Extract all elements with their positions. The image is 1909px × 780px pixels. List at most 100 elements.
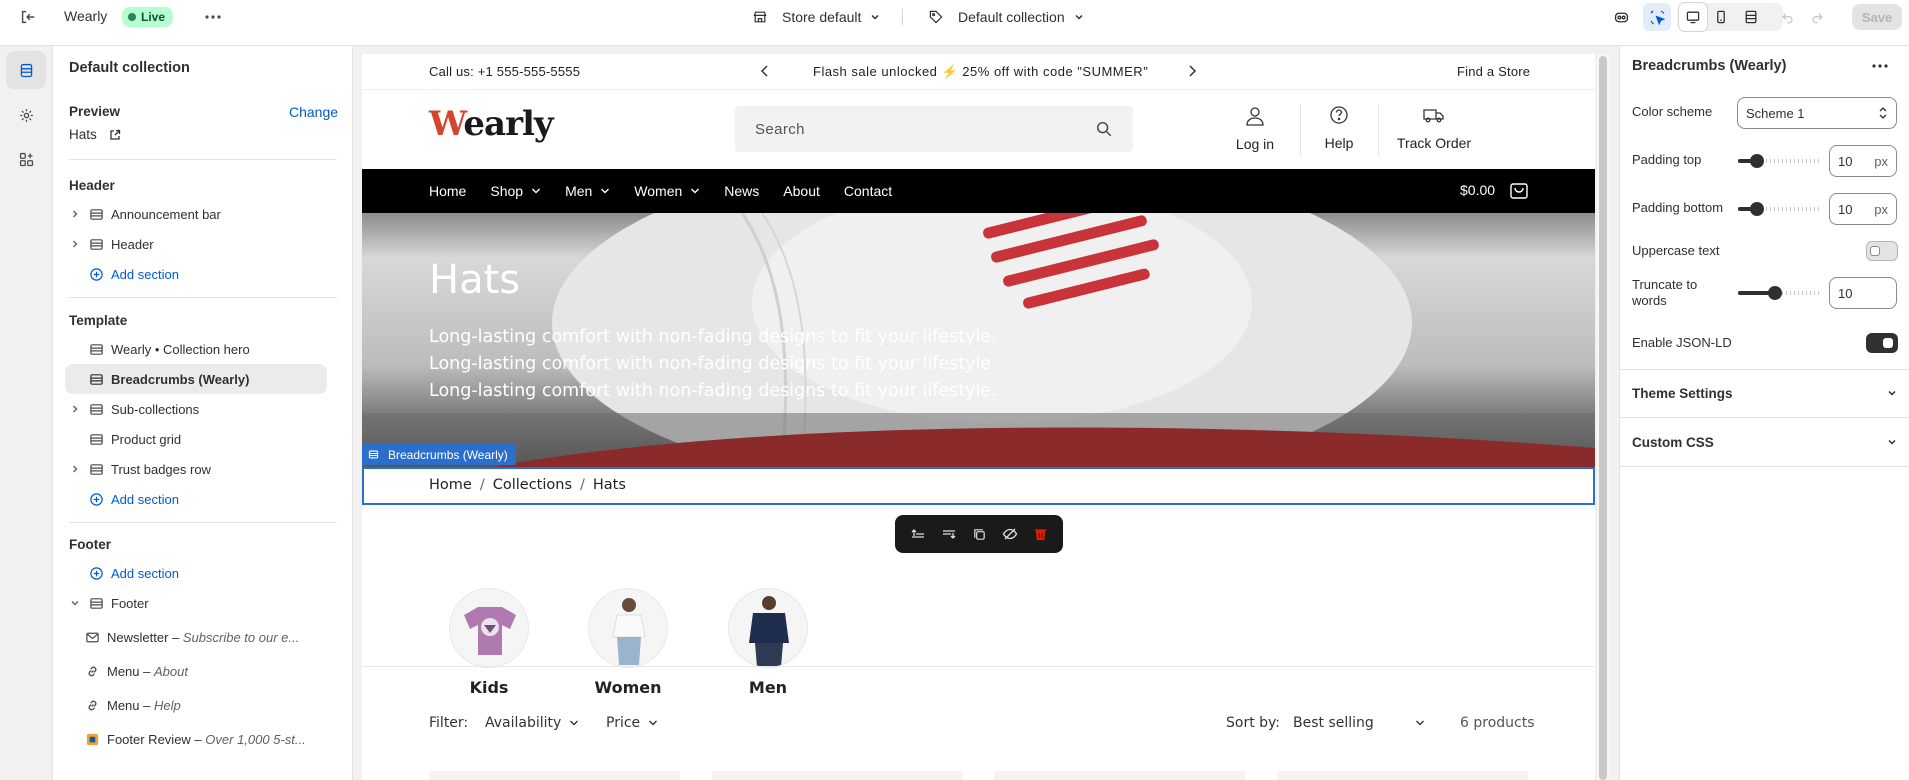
chevron-right-icon[interactable] <box>65 464 85 474</box>
theme-settings-accordion[interactable]: Theme Settings <box>1632 380 1898 406</box>
nav-about[interactable]: About <box>783 183 820 199</box>
section-header[interactable]: Header <box>65 229 327 259</box>
custom-css-accordion[interactable]: Custom CSS <box>1632 429 1898 455</box>
selected-section-tag[interactable]: Breadcrumbs (Wearly) <box>362 444 516 465</box>
move-down-icon[interactable] <box>941 526 957 542</box>
collection-women[interactable]: Women <box>588 588 668 697</box>
undo-icon[interactable] <box>1773 3 1801 31</box>
truncate-slider-handle[interactable] <box>1768 286 1782 300</box>
chevron-right-icon[interactable] <box>65 209 85 219</box>
mobile-view-icon[interactable] <box>1707 3 1735 31</box>
find-store-link[interactable]: Find a Store <box>1457 64 1530 79</box>
duplicate-icon[interactable] <box>972 527 987 542</box>
chevron-right-icon[interactable] <box>1186 64 1198 78</box>
block-newsletter[interactable]: Newsletter – Subscribe to our e... <box>81 622 331 652</box>
block-footer-review[interactable]: Footer Review – Over 1,000 5-st... <box>81 724 331 754</box>
product-card[interactable] <box>429 771 680 780</box>
more-actions-icon[interactable] <box>1872 58 1888 74</box>
nav-home[interactable]: Home <box>429 183 466 199</box>
store-search-field[interactable]: Search <box>735 106 1133 152</box>
add-section-label: Add section <box>111 565 179 581</box>
toggle-knob <box>1883 338 1893 348</box>
store-select-label: Store default <box>782 9 862 25</box>
collection-men[interactable]: Men <box>728 588 808 697</box>
block-menu-help[interactable]: Menu – Help <box>81 690 331 720</box>
redo-icon[interactable] <box>1803 3 1831 31</box>
truncate-input[interactable]: 10 <box>1829 277 1897 309</box>
nav-contact[interactable]: Contact <box>844 183 892 199</box>
store-select[interactable]: Store default <box>752 5 881 29</box>
desktop-view-icon[interactable] <box>1679 3 1707 31</box>
nav-news[interactable]: News <box>724 183 759 199</box>
padding-bottom-label: Padding bottom <box>1632 200 1724 215</box>
delete-icon[interactable] <box>1033 527 1048 542</box>
exit-icon[interactable] <box>14 3 42 31</box>
cart-icon[interactable] <box>1508 179 1530 201</box>
fullscreen-view-icon[interactable] <box>1737 3 1765 31</box>
help-link[interactable]: Help <box>1314 104 1364 151</box>
uppercase-toggle[interactable] <box>1866 241 1898 261</box>
hero-description: Long-lasting comfort with non-fading des… <box>429 324 997 405</box>
section-announcement-bar[interactable]: Announcement bar <box>65 199 327 229</box>
chevron-down-icon <box>570 720 579 726</box>
breadcrumb-home[interactable]: Home <box>429 477 472 493</box>
section-sub-collections[interactable]: Sub-collections <box>65 394 327 424</box>
select-element-icon[interactable] <box>1643 3 1671 31</box>
move-up-icon[interactable] <box>910 526 926 542</box>
chevron-right-icon[interactable] <box>65 239 85 249</box>
change-preview-link[interactable]: Change <box>289 104 338 120</box>
collection-kids[interactable]: Kids <box>449 588 529 697</box>
hero-line: Long-lasting comfort with non-fading des… <box>429 327 997 347</box>
chevron-down-icon[interactable] <box>65 598 85 608</box>
save-button[interactable]: Save <box>1852 4 1902 30</box>
breadcrumb-collections[interactable]: Collections <box>493 477 572 493</box>
sort-select[interactable]: Best selling <box>1293 715 1425 731</box>
nav-men[interactable]: Men <box>565 183 610 199</box>
padding-bottom-slider-handle[interactable] <box>1750 202 1764 216</box>
preview-resource[interactable]: Hats <box>69 127 121 142</box>
section-collection-hero[interactable]: Wearly • Collection hero <box>65 334 327 364</box>
apps-icon[interactable] <box>6 140 46 178</box>
link-icon <box>81 664 103 679</box>
padding-top-input[interactable]: 10 px <box>1829 145 1897 177</box>
product-count: 6 products <box>1460 715 1535 731</box>
jsonld-toggle[interactable] <box>1866 333 1898 353</box>
chevron-right-icon[interactable] <box>65 404 85 414</box>
hide-icon[interactable] <box>1002 526 1018 542</box>
login-link[interactable]: Log in <box>1225 104 1285 152</box>
product-card[interactable] <box>712 771 963 780</box>
app-block-icon <box>81 732 103 747</box>
section-trust-badges[interactable]: Trust badges row <box>65 454 327 484</box>
section-icon <box>85 237 107 252</box>
product-card[interactable] <box>994 771 1245 780</box>
padding-top-slider-handle[interactable] <box>1750 154 1764 168</box>
block-menu-about[interactable]: Menu – About <box>81 656 331 686</box>
theme-settings-icon[interactable] <box>6 96 46 134</box>
color-scheme-select[interactable]: Scheme 1 <box>1737 97 1897 129</box>
store-logo[interactable]: Wearly <box>429 104 554 144</box>
section-product-grid[interactable]: Product grid <box>65 424 327 454</box>
block-sublabel: About <box>154 663 188 679</box>
search-icon[interactable] <box>1095 120 1113 138</box>
section-footer[interactable]: Footer <box>65 588 327 618</box>
inspector-icon[interactable] <box>1607 3 1635 31</box>
block-label: Footer Review <box>107 731 191 747</box>
hero-line: Long-lasting comfort with non-fading des… <box>429 381 997 401</box>
more-actions-icon[interactable] <box>199 3 227 31</box>
padding-bottom-input[interactable]: 10 px <box>1829 193 1897 225</box>
product-card[interactable] <box>1277 771 1528 780</box>
filter-price[interactable]: Price <box>606 715 658 731</box>
track-order-link[interactable]: Track Order <box>1394 104 1474 151</box>
chevron-left-icon[interactable] <box>759 64 771 78</box>
add-section-footer[interactable]: Add section <box>65 558 327 588</box>
nav-women[interactable]: Women <box>634 183 700 199</box>
add-section-header[interactable]: Add section <box>65 259 327 289</box>
sections-icon[interactable] <box>6 51 46 89</box>
nav-shop[interactable]: Shop <box>490 183 541 199</box>
filter-availability[interactable]: Availability <box>485 715 579 731</box>
plus-circle-icon <box>85 267 107 282</box>
preview-scrollbar-thumb[interactable] <box>1599 56 1607 780</box>
add-section-template[interactable]: Add section <box>65 484 327 514</box>
section-breadcrumbs-selected[interactable]: Breadcrumbs (Wearly) <box>65 364 327 394</box>
template-select[interactable]: Default collection <box>928 5 1085 29</box>
